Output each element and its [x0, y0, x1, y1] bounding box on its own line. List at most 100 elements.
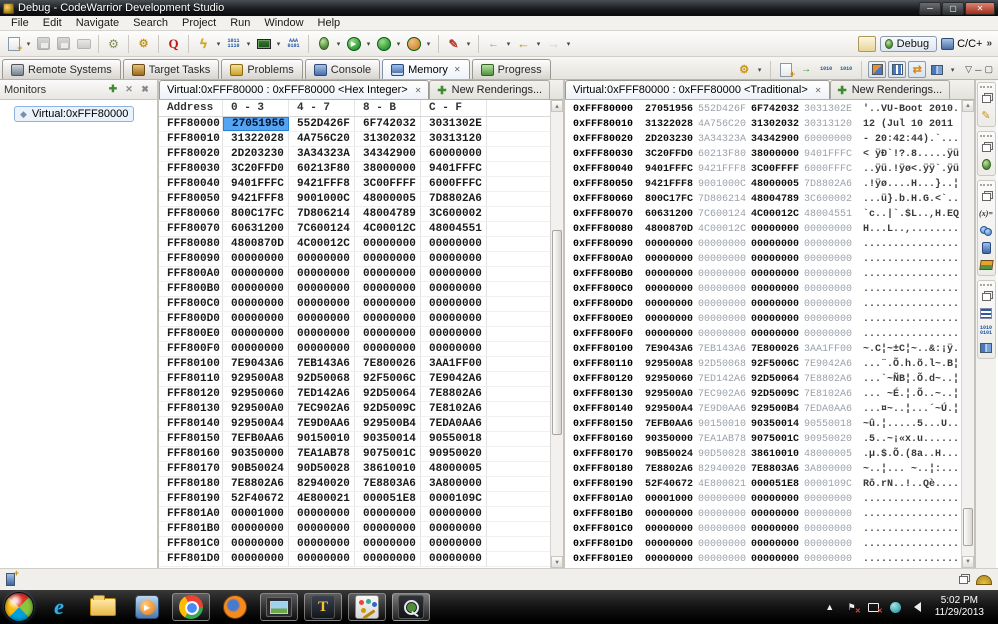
memory-cell[interactable]: 48000005 — [355, 192, 421, 206]
memory-cell[interactable]: 00000000 — [804, 524, 857, 535]
memory-cell[interactable]: 00000000 — [223, 297, 289, 311]
memory-cell[interactable]: 00000000 — [421, 282, 487, 296]
memory-cell[interactable]: 48004551 — [804, 209, 857, 220]
memory-cell[interactable]: 00000000 — [804, 299, 857, 310]
address-cell[interactable]: 0xFFF801B0 — [573, 509, 645, 520]
flash-dropdown[interactable]: ▾ — [214, 34, 223, 53]
memory-cell[interactable]: 7D806214 — [698, 194, 751, 205]
memory-cell[interactable]: 9075001C — [751, 434, 804, 445]
memory-cell[interactable]: 48000005 — [751, 179, 804, 190]
memory-cell[interactable]: 00000000 — [645, 299, 698, 310]
memory-cell[interactable]: 7E800026 — [355, 357, 421, 371]
save-icon[interactable] — [34, 34, 53, 53]
memory-cell[interactable]: 7EDA0AA6 — [804, 404, 857, 415]
drag-handle[interactable] — [980, 184, 992, 186]
ascii-cell[interactable]: ................ — [863, 284, 959, 295]
memory-cell[interactable]: 90B50024 — [223, 462, 289, 476]
memory-cell[interactable]: 00000000 — [698, 539, 751, 550]
memory-cell[interactable]: 2D203230 — [645, 134, 698, 145]
memory-cell[interactable]: 7E9043A6 — [223, 357, 289, 371]
address-cell[interactable]: FFF80070 — [159, 222, 223, 236]
address-cell[interactable]: 0xFFF800C0 — [573, 284, 645, 295]
taskbar-firefox-icon[interactable] — [216, 593, 254, 621]
memory-cell[interactable]: 6000FFFC — [804, 164, 857, 175]
drag-handle[interactable] — [980, 135, 992, 137]
link-renderings-dropdown[interactable]: ▾ — [755, 60, 764, 79]
debug-dropdown[interactable]: ▾ — [334, 34, 343, 53]
memory-cell[interactable]: 00000000 — [421, 297, 487, 311]
memory-cell[interactable]: 929500A0 — [645, 389, 698, 400]
memory-cell[interactable]: 9421FFF8 — [223, 192, 289, 206]
memory-cell[interactable]: 00000000 — [421, 552, 487, 566]
memory-cell[interactable]: 4C00012C — [698, 224, 751, 235]
memory-cell[interactable]: 00000000 — [698, 239, 751, 250]
toggle-split-pane-icon[interactable] — [888, 61, 907, 78]
memory-cell[interactable]: 00000000 — [289, 552, 355, 566]
memory-cell[interactable]: 92D50068 — [289, 372, 355, 386]
memory-cell[interactable]: 00000000 — [645, 524, 698, 535]
binary-dropdown[interactable]: ▾ — [244, 34, 253, 53]
memory-cell[interactable]: 00000000 — [751, 329, 804, 340]
memory-cell[interactable]: 90150010 — [698, 419, 751, 430]
memory-cell[interactable]: 00000000 — [698, 254, 751, 265]
address-cell[interactable]: FFF80090 — [159, 252, 223, 266]
print-icon[interactable] — [74, 34, 93, 53]
memory-cell[interactable]: 00000000 — [751, 314, 804, 325]
memory-cell[interactable]: 6F742032 — [751, 104, 804, 115]
ascii-cell[interactable]: ................ — [863, 314, 959, 325]
memory-cell[interactable]: 00000000 — [751, 269, 804, 280]
network-status-icon[interactable]: ✕ — [867, 600, 883, 615]
tray-show-hidden-icons[interactable]: ▲ — [823, 600, 837, 614]
close-icon[interactable]: ✕ — [815, 86, 822, 95]
memory-cell[interactable]: 7EC902A6 — [698, 389, 751, 400]
import-memory-icon[interactable]: 1010 — [817, 61, 835, 78]
ascii-cell[interactable]: '..VU-Boot 2010. — [863, 104, 959, 115]
tab-new-renderings[interactable]: ✚ New Renderings... — [429, 80, 551, 99]
external-tools-dropdown[interactable]: ▾ — [464, 34, 473, 53]
memory-cell[interactable]: 7EB143A6 — [698, 344, 751, 355]
address-cell[interactable]: FFF80150 — [159, 432, 223, 446]
address-cell[interactable]: 0xFFF80160 — [573, 434, 645, 445]
memory-cell[interactable]: 3A800000 — [804, 464, 857, 475]
scrollbar-thumb[interactable] — [963, 508, 973, 546]
memory-cell[interactable]: 00000000 — [804, 314, 857, 325]
address-cell[interactable]: FFF801D0 — [159, 552, 223, 566]
address-cell[interactable]: 0xFFF800A0 — [573, 254, 645, 265]
memory-cell[interactable]: 929500A0 — [223, 402, 289, 416]
memory-cell[interactable]: 00000000 — [289, 522, 355, 536]
memory-cell[interactable]: 00000000 — [751, 239, 804, 250]
memory-cell[interactable]: 00000000 — [645, 554, 698, 565]
memory-cell[interactable]: 00000000 — [645, 269, 698, 280]
menu-help[interactable]: Help — [311, 17, 348, 29]
memory-cell[interactable]: 00000000 — [804, 224, 857, 235]
memory-cell[interactable]: 4C00012C — [355, 222, 421, 236]
maximize-view-icon[interactable]: ▢ — [984, 64, 993, 75]
drag-handle[interactable] — [980, 86, 992, 88]
minimize-window-button[interactable]: ─ — [919, 1, 941, 15]
memory-cell[interactable]: 7C600124 — [698, 209, 751, 220]
remove-all-monitors-icon[interactable]: ✖ — [137, 82, 153, 98]
memory-cell[interactable]: 52F40672 — [645, 479, 698, 490]
variables-view-icon[interactable]: (x)= — [979, 207, 994, 220]
memory-cell[interactable]: 4A756C20 — [289, 132, 355, 146]
address-cell[interactable]: FFF80140 — [159, 417, 223, 431]
start-button[interactable] — [4, 592, 34, 622]
ascii-cell[interactable]: ...¨.Õ.h.õ.l~.B¦ — [863, 359, 959, 370]
ascii-cell[interactable]: ................ — [863, 239, 959, 250]
memory-cell[interactable]: 7EB143A6 — [289, 357, 355, 371]
tab-traditional-rendering[interactable]: Virtual:0xFFF80000 : 0xFFF80000 <Traditi… — [565, 80, 830, 99]
scroll-down-icon[interactable]: ▼ — [551, 556, 563, 568]
memory-cell[interactable]: 9401FFFC — [804, 149, 857, 160]
memory-cell[interactable]: 00000000 — [223, 282, 289, 296]
memory-cell[interactable]: 52F40672 — [223, 492, 289, 506]
memory-cell[interactable]: 48000005 — [804, 449, 857, 460]
ascii-cell[interactable]: ...ü}.b.H.G.<`.. — [863, 194, 959, 205]
address-cell[interactable]: 0xFFF80020 — [573, 134, 645, 145]
codewarrior-search-icon[interactable]: Q — [164, 34, 183, 53]
media-tray-icon[interactable] — [889, 600, 903, 614]
volume-icon[interactable] — [911, 600, 925, 614]
memory-cell[interactable]: 34342900 — [751, 134, 804, 145]
debug-configurations-icon[interactable]: ⚙ — [104, 34, 123, 53]
memory-cell[interactable]: 7E8802A6 — [421, 387, 487, 401]
memory-cell[interactable]: 31302032 — [355, 132, 421, 146]
